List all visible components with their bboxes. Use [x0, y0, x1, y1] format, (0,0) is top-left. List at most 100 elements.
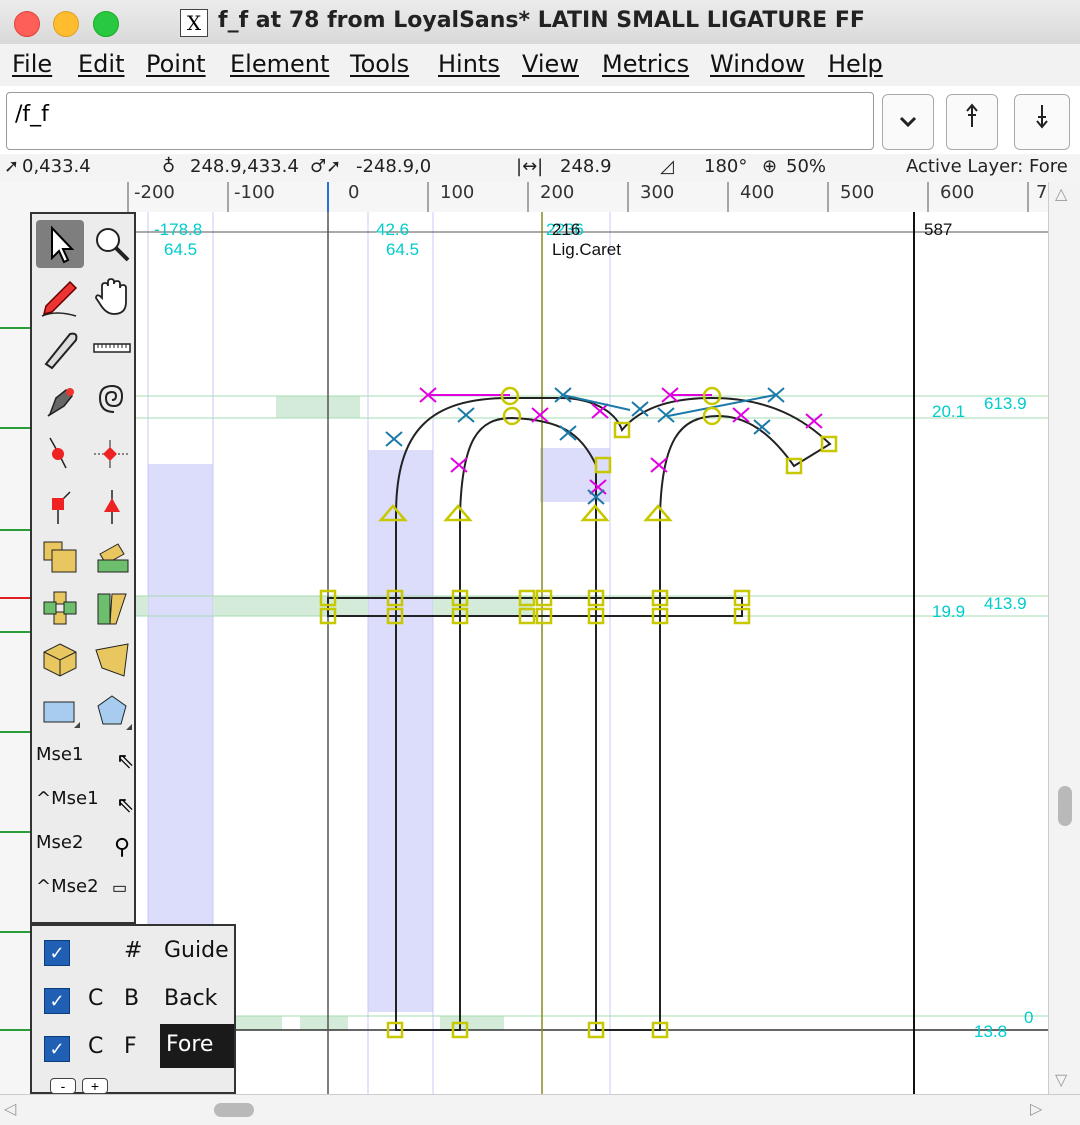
pen-tool[interactable] [36, 376, 84, 424]
scroll-left-icon[interactable]: ◁ [4, 1099, 16, 1119]
tangent-point-tool[interactable] [88, 480, 136, 528]
hint-position-label: 0 [1024, 1008, 1034, 1027]
minimize-button[interactable] [53, 11, 79, 37]
menu-view[interactable]: View [522, 50, 579, 78]
guide-layer-name[interactable]: Guide [164, 938, 229, 963]
arrow-down-icon [1036, 105, 1048, 129]
guide-layer-checkbox[interactable]: ✓ [44, 940, 70, 966]
ctrl-mouse1-pointer-icon: ⇖ [116, 792, 135, 817]
scroll-up-icon[interactable]: △ [1055, 184, 1067, 204]
fore-layer-cubic[interactable]: C [88, 1034, 103, 1059]
3d-rotate-tool[interactable] [36, 636, 84, 684]
pencil-icon [41, 280, 78, 317]
hand-icon [95, 278, 127, 315]
back-layer-cubic[interactable]: C [88, 986, 103, 1011]
curve-point-tool[interactable] [36, 428, 84, 476]
spiral-icon [98, 384, 124, 413]
magnify-tool[interactable] [88, 220, 136, 268]
hint-position-label: 413.9 [984, 594, 1027, 613]
back-layer-name[interactable]: Back [164, 986, 217, 1011]
ruler-tool[interactable] [88, 324, 136, 372]
menu-edit[interactable]: Edit [78, 50, 124, 78]
rectangle-tool[interactable] [36, 688, 84, 736]
menu-tools[interactable]: Tools [350, 50, 409, 78]
ruler-label: 200 [540, 182, 575, 203]
glyph-name-input[interactable] [13, 101, 857, 128]
left-bearing-label: -178.8 [154, 220, 203, 239]
mouse1-pointer-icon: ⇖ [116, 748, 135, 773]
stem-position-label: 42.6 [376, 220, 410, 239]
skew-icon [97, 593, 127, 625]
menu-file[interactable]: File [12, 50, 52, 78]
scroll-down-icon[interactable]: ▽ [1055, 1070, 1067, 1090]
vertical-scrollbar[interactable]: △ ▽ [1048, 182, 1080, 1094]
knife-tool[interactable] [36, 324, 84, 372]
skew-tool[interactable] [88, 584, 136, 632]
vertical-scroll-thumb[interactable] [1058, 786, 1072, 826]
close-button[interactable] [14, 11, 40, 37]
menu-hints[interactable]: Hints [438, 50, 500, 78]
ruler-icon [93, 343, 131, 353]
distance-icon: |↔| [516, 156, 544, 177]
flip-tool[interactable] [36, 584, 84, 632]
scroll-right-icon[interactable]: ▷ [1030, 1099, 1042, 1119]
flip-icon [43, 591, 77, 625]
cube-icon [43, 643, 77, 677]
hv-curve-tool[interactable] [88, 428, 136, 476]
hint-width-label: 13.8 [974, 1022, 1008, 1041]
ctrl-mouse1-label: ^Mse1 [36, 788, 99, 809]
chevron-down-icon [899, 116, 917, 128]
active-layer: Active Layer: Fore [906, 156, 1068, 177]
angle-value: 180° [704, 156, 748, 177]
info-bar: ➚ 0,433.4 ♁ 248.9,433.4 ♂➚ -248.9,0 |↔| … [0, 154, 1080, 182]
fore-layer-name[interactable]: Fore [160, 1024, 234, 1068]
advance-width-label: 587 [924, 220, 953, 239]
menu-element[interactable]: Element [230, 50, 329, 78]
spiro-tool[interactable] [88, 376, 136, 424]
next-glyph-button[interactable] [1014, 94, 1070, 150]
distance-value: 248.9 [560, 156, 612, 177]
dropdown-button[interactable] [882, 94, 934, 150]
fore-layer-checkbox[interactable]: ✓ [44, 1036, 70, 1062]
remove-layer-button[interactable]: - [50, 1078, 76, 1094]
zoom-button[interactable] [93, 11, 119, 37]
angle-icon: ◿ [660, 156, 674, 177]
pen-nib-icon [47, 388, 74, 417]
offset-icon: ♂➚ [310, 156, 342, 177]
add-layer-button[interactable]: + [82, 1078, 108, 1094]
menu-point[interactable]: Point [146, 50, 206, 78]
ruler-label: 0 [348, 182, 360, 203]
horizontal-scroll-thumb[interactable] [214, 1103, 254, 1117]
pointer-icon [51, 225, 75, 264]
rotate-tool[interactable] [88, 532, 136, 580]
scroll-tool[interactable] [88, 272, 136, 320]
scale-icon [43, 541, 77, 573]
x11-app-icon: X [180, 9, 208, 37]
previous-glyph-button[interactable] [946, 94, 998, 150]
scale-tool[interactable] [36, 532, 84, 580]
offset-value: -248.9,0 [356, 156, 432, 177]
cursor-position: 0,433.4 [22, 156, 91, 177]
vertical-ruler-ticks [0, 327, 30, 1031]
back-layer-checkbox[interactable]: ✓ [44, 988, 70, 1014]
corner-point-tool[interactable] [36, 480, 84, 528]
horizontal-scrollbar[interactable]: ◁ ▷ [0, 1094, 1080, 1125]
tangent-point-icon [104, 490, 120, 524]
ruler-label: -200 [134, 182, 175, 203]
glyph-name-box [6, 92, 874, 150]
mouse1-label: Mse1 [36, 744, 84, 765]
menu-window[interactable]: Window [710, 50, 805, 78]
tool-palette: Mse1 ⇖ ^Mse1 ⇖ Mse2 ⚲ ^Mse2 ▭ [30, 212, 136, 924]
perspective-tool[interactable] [88, 636, 136, 684]
hint-position-label: 613.9 [984, 394, 1027, 413]
menu-help[interactable]: Help [828, 50, 883, 78]
ruler-label: 500 [840, 182, 875, 203]
polygon-tool[interactable] [88, 688, 136, 736]
ruler-label: 300 [640, 182, 675, 203]
menu-metrics[interactable]: Metrics [602, 50, 689, 78]
layers-palette: ✓ # Guide ✓ C B Back ✓ C F Fore - + [30, 924, 236, 1094]
title-bar: X f_f at 78 from LoyalSans* LATIN SMALL … [0, 0, 1080, 45]
guide-layer-flag: # [124, 938, 143, 963]
freehand-tool[interactable] [36, 272, 84, 320]
pointer-tool[interactable] [36, 220, 84, 268]
